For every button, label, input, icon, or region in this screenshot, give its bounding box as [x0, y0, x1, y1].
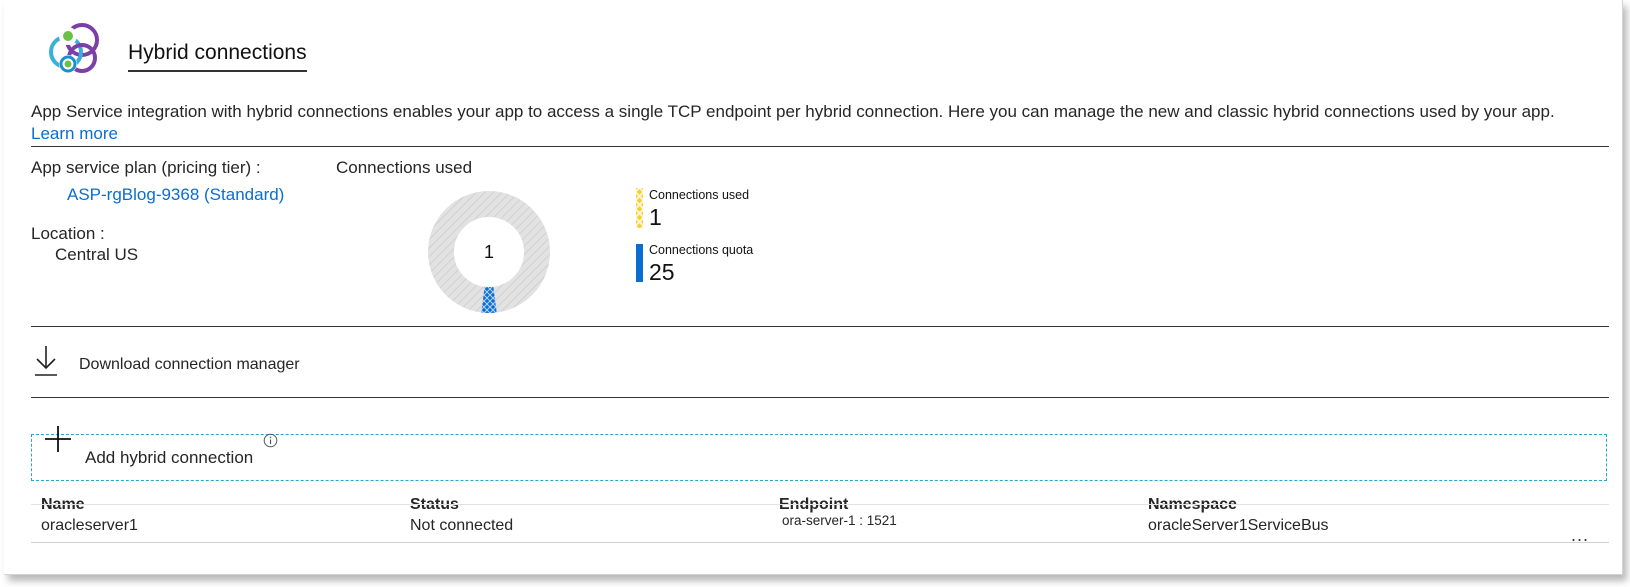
- hybrid-connections-panel: Hybrid connections App Service integrati…: [4, 0, 1623, 575]
- used-legend-swatch: [636, 188, 643, 228]
- legend-quota-value: 25: [649, 259, 675, 285]
- cell-name: oracleserver1: [41, 517, 138, 534]
- divider: [31, 326, 1609, 327]
- plan-label: App service plan (pricing tier) :: [31, 158, 261, 177]
- divider: [31, 397, 1609, 398]
- page-title: Hybrid connections: [128, 41, 307, 72]
- location-value: Central US: [55, 245, 139, 264]
- location-label: Location :: [31, 224, 105, 243]
- connections-used-title: Connections used: [336, 158, 473, 177]
- row-divider: [31, 542, 1609, 543]
- legend-quota-label: Connections quota: [649, 243, 754, 257]
- quota-legend-swatch: [636, 244, 643, 282]
- cell-endpoint: ora-server-1 : 1521: [782, 513, 897, 528]
- info-icon[interactable]: [263, 433, 278, 448]
- download-icon[interactable]: [33, 344, 59, 378]
- hybrid-connections-icon: [44, 18, 106, 80]
- donut-center-value: 1: [484, 242, 494, 262]
- divider: [31, 146, 1609, 147]
- legend-used-value: 1: [649, 204, 662, 230]
- add-hybrid-connection-label[interactable]: Add hybrid connection: [85, 448, 253, 468]
- description-text: App Service integration with hybrid conn…: [31, 102, 1555, 121]
- plan-link[interactable]: ASP-rgBlog-9368 (Standard): [67, 185, 284, 205]
- legend-used-label: Connections used: [649, 188, 750, 202]
- plus-icon[interactable]: [44, 425, 72, 453]
- more-options-button[interactable]: ...: [1571, 526, 1589, 544]
- download-connection-manager-button[interactable]: Download connection manager: [79, 356, 300, 374]
- learn-more-link[interactable]: Learn more: [31, 124, 118, 144]
- connections-donut-chart: 1: [428, 191, 550, 313]
- cell-namespace: oracleServer1ServiceBus: [1148, 517, 1329, 534]
- cell-status: Not connected: [410, 517, 514, 534]
